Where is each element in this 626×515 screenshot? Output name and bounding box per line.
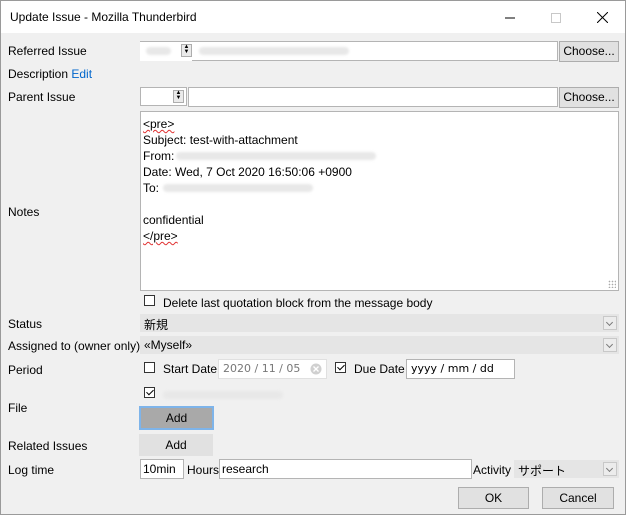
start-date-value: 2020 / 11 / 05 xyxy=(223,362,301,375)
maximize-button[interactable] xyxy=(533,1,579,33)
chevron-down-icon[interactable] xyxy=(603,462,617,476)
notes-line: From: xyxy=(143,148,616,164)
related-issues-label: Related Issues xyxy=(8,439,88,453)
hours-input[interactable]: 10min xyxy=(140,459,184,479)
related-issues-add-button[interactable]: Add xyxy=(139,434,213,456)
chevron-down-icon[interactable] xyxy=(603,338,617,352)
cancel-button[interactable]: Cancel xyxy=(542,487,614,509)
minimize-button[interactable] xyxy=(487,1,533,33)
hours-label: Hours xyxy=(187,463,220,477)
notes-line: Date: Wed, 7 Oct 2020 16:50:06 +0900 xyxy=(143,165,352,179)
referred-issue-spinner[interactable]: ▲ ▼ xyxy=(140,42,192,61)
due-date-input[interactable]: yyyy / mm / dd xyxy=(406,359,515,379)
status-value: 新規 xyxy=(144,318,169,332)
assigned-select[interactable]: «Myself» xyxy=(140,336,619,354)
window-title: Update Issue - Mozilla Thunderbird xyxy=(10,10,197,24)
title-bar: Update Issue - Mozilla Thunderbird xyxy=(1,1,625,33)
update-issue-window: Update Issue - Mozilla Thunderbird Refer… xyxy=(0,0,626,515)
period-label: Period xyxy=(8,363,43,377)
notes-textarea[interactable]: <pre> Subject: test-with-attachment From… xyxy=(140,111,619,291)
description-text: Description xyxy=(8,67,69,81)
file-add-button[interactable]: Add xyxy=(139,406,214,430)
status-label: Status xyxy=(8,317,43,331)
close-icon xyxy=(596,11,608,24)
close-button[interactable] xyxy=(579,1,625,33)
ok-button[interactable]: OK xyxy=(458,487,529,509)
delete-last-quote-label[interactable]: Delete last quotation block from the mes… xyxy=(163,296,432,310)
parent-issue-choose-button[interactable]: Choose... xyxy=(559,87,619,108)
log-comment-input[interactable]: research xyxy=(219,459,472,479)
start-date-input[interactable]: 2020 / 11 / 05 xyxy=(218,359,327,379)
notes-line: To: xyxy=(143,180,616,196)
notes-label: Notes xyxy=(8,205,40,219)
activity-label: Activity xyxy=(473,463,512,477)
chevron-down-icon[interactable] xyxy=(603,316,617,330)
spinner-arrows-icon[interactable]: ▲ ▼ xyxy=(173,90,184,103)
description-edit-link[interactable]: Edit xyxy=(71,67,92,81)
file-label: File xyxy=(8,401,28,415)
resize-grip-icon[interactable] xyxy=(608,280,616,288)
clear-icon[interactable] xyxy=(310,363,322,375)
referred-issue-label: Referred Issue xyxy=(8,44,87,58)
redacted-text xyxy=(146,47,171,55)
redacted-text xyxy=(199,47,349,55)
due-date-label: Due Date xyxy=(354,362,405,376)
redacted-text xyxy=(163,184,313,192)
status-select[interactable]: 新規 xyxy=(140,314,619,332)
log-time-label: Log time xyxy=(8,463,55,477)
notes-line: </pre> xyxy=(143,229,178,243)
attachment-checkbox[interactable] xyxy=(144,387,155,398)
notes-line: confidential xyxy=(143,213,204,227)
referred-issue-field[interactable]: ▲ ▼ xyxy=(140,41,558,61)
notes-line xyxy=(143,196,616,212)
parent-issue-field[interactable] xyxy=(188,87,558,107)
redacted-attachment-name xyxy=(163,391,283,399)
notes-line: <pre> xyxy=(143,117,175,131)
maximize-icon xyxy=(551,12,561,23)
notes-line: Subject: test-with-attachment xyxy=(143,133,298,147)
delete-last-quote-checkbox[interactable] xyxy=(144,295,155,306)
start-date-checkbox[interactable] xyxy=(144,362,155,373)
assigned-label: Assigned to (owner only) xyxy=(8,339,141,353)
spinner-arrows-icon[interactable]: ▲ ▼ xyxy=(181,44,192,57)
parent-issue-label: Parent Issue xyxy=(8,90,76,104)
due-date-checkbox[interactable] xyxy=(335,362,346,373)
start-date-label: Start Date xyxy=(163,362,218,376)
minimize-icon xyxy=(505,17,515,19)
activity-select[interactable]: サポート xyxy=(514,460,619,478)
parent-issue-spinner[interactable]: ▲ ▼ xyxy=(140,87,187,106)
description-label: Description Edit xyxy=(8,67,92,81)
redacted-text xyxy=(176,152,376,160)
referred-issue-choose-button[interactable]: Choose... xyxy=(559,41,619,62)
activity-value: サポート xyxy=(518,464,567,478)
assigned-value: «Myself» xyxy=(144,338,193,352)
